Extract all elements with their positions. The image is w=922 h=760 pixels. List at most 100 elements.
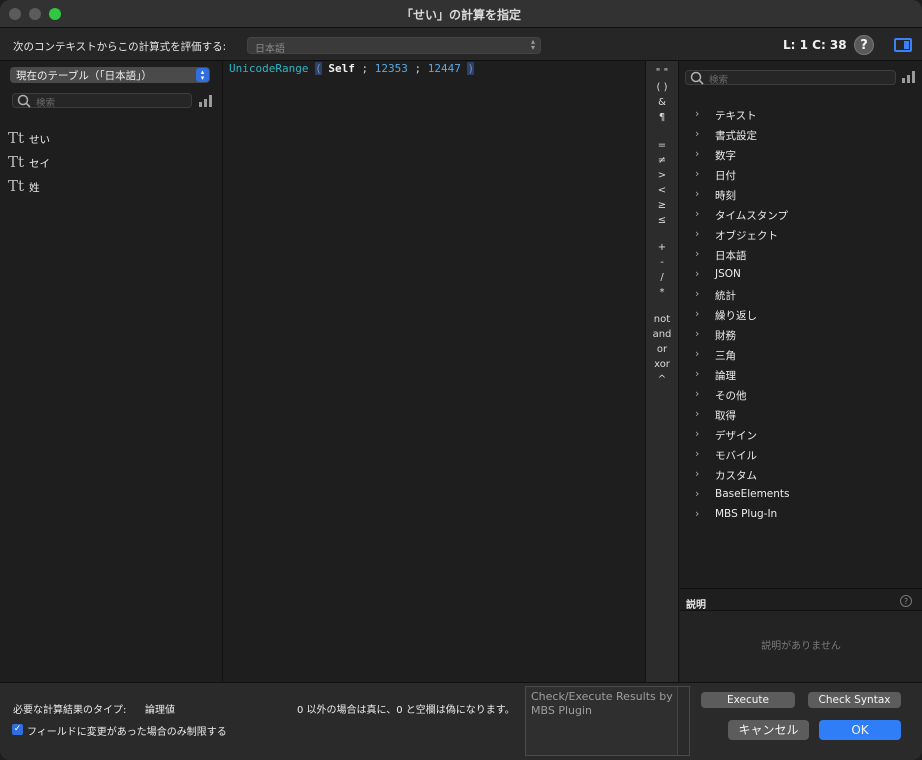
greater-operator[interactable]: > bbox=[646, 170, 678, 181]
category-item[interactable]: › タイムスタンプ bbox=[695, 205, 905, 225]
help-button[interactable]: ? bbox=[854, 35, 874, 55]
chevron-right-icon: › bbox=[695, 127, 700, 140]
field-name: セイ bbox=[29, 158, 50, 170]
results-text: Check/Execute Results by MBS Plugin bbox=[531, 690, 673, 717]
sidebar-toggle-icon[interactable] bbox=[894, 38, 912, 52]
category-item[interactable]: › 日付 bbox=[695, 165, 905, 185]
result-note: 0 以外の場合は真に、0 と空欄は偽になります。 bbox=[297, 705, 515, 716]
quotes-operator[interactable]: " " bbox=[646, 67, 678, 78]
not-operator[interactable]: not bbox=[646, 314, 678, 325]
or-operator[interactable]: or bbox=[646, 344, 678, 355]
category-label: カスタム bbox=[715, 470, 757, 482]
category-item[interactable]: › 繰り返し bbox=[695, 305, 905, 325]
category-label: 財務 bbox=[715, 330, 736, 342]
category-label: 繰り返し bbox=[715, 310, 757, 322]
minus-operator[interactable]: - bbox=[646, 257, 678, 268]
search-placeholder: 検索 bbox=[709, 75, 729, 86]
category-item[interactable]: › 日本語 bbox=[695, 245, 905, 265]
chevron-right-icon: › bbox=[695, 327, 700, 340]
category-label: モバイル bbox=[715, 450, 757, 462]
parens-operator[interactable]: ( ) bbox=[646, 82, 678, 93]
category-item[interactable]: › デザイン bbox=[695, 425, 905, 445]
check-syntax-button[interactable]: Check Syntax bbox=[808, 692, 901, 708]
sort-bars-icon[interactable] bbox=[902, 71, 916, 83]
and-operator[interactable]: and bbox=[646, 329, 678, 340]
chevron-right-icon: › bbox=[695, 167, 700, 180]
category-item[interactable]: › オブジェクト bbox=[695, 225, 905, 245]
category-item[interactable]: › BaseElements bbox=[695, 485, 905, 505]
sort-bars-icon[interactable] bbox=[199, 95, 213, 107]
window-title: 「せい」の計算を指定 bbox=[400, 8, 521, 22]
execute-button[interactable]: Execute bbox=[701, 692, 795, 708]
divide-operator[interactable]: / bbox=[646, 272, 678, 283]
footer: 必要な計算結果のタイプ: 論理値 0 以外の場合は真に、0 と空欄は偽になります… bbox=[0, 682, 922, 760]
field-item[interactable]: Tt 姓 bbox=[8, 177, 208, 201]
field-item[interactable]: Tt セイ bbox=[8, 153, 208, 177]
cancel-button[interactable]: キャンセル bbox=[728, 720, 809, 740]
category-item[interactable]: › 三角 bbox=[695, 345, 905, 365]
functions-panel: 検索 › テキスト › 書式設定 › 数字 › 日付 › 時刻 › タイムスタンプ › オブジ… bbox=[680, 61, 922, 682]
return-operator[interactable]: ¶ bbox=[646, 112, 678, 123]
category-item[interactable]: › MBS Plug-In bbox=[695, 505, 905, 525]
category-label: テキスト bbox=[715, 110, 757, 122]
search-icon bbox=[17, 94, 31, 108]
category-item[interactable]: › モバイル bbox=[695, 445, 905, 465]
category-label: 三角 bbox=[715, 350, 736, 362]
category-item[interactable]: › 論理 bbox=[695, 365, 905, 385]
results-textarea[interactable]: Check/Execute Results by MBS Plugin bbox=[525, 686, 690, 756]
function-search-input[interactable]: 検索 bbox=[685, 70, 896, 86]
multiply-operator[interactable]: * bbox=[646, 287, 678, 298]
number-token: 12353 bbox=[374, 62, 408, 75]
field-token: Self bbox=[328, 62, 355, 75]
limit-evaluation-checkbox[interactable]: ✓ bbox=[12, 724, 23, 735]
field-item[interactable]: Tt せい bbox=[8, 129, 208, 153]
chevron-right-icon: › bbox=[695, 307, 700, 320]
cursor-position: L: 1 C: 38 bbox=[783, 38, 847, 52]
limit-evaluation-label[interactable]: フィールドに変更があった場合のみ制限する bbox=[27, 723, 227, 738]
field-list: Tt せい Tt セイ Tt 姓 bbox=[8, 129, 208, 201]
category-label: デザイン bbox=[715, 430, 757, 442]
category-item[interactable]: › テキスト bbox=[695, 105, 905, 125]
formula-editor[interactable]: UnicodeRange ( Self ; 12353 ; 12447 ) bbox=[224, 61, 645, 682]
less-operator[interactable]: < bbox=[646, 185, 678, 196]
help-icon[interactable]: ? bbox=[900, 595, 912, 607]
chevron-right-icon: › bbox=[695, 347, 700, 360]
function-token: UnicodeRange bbox=[229, 62, 309, 75]
category-item[interactable]: › 統計 bbox=[695, 285, 905, 305]
chevron-right-icon: › bbox=[695, 427, 700, 440]
result-type-select[interactable]: 論理値 bbox=[145, 701, 175, 716]
power-operator[interactable]: ^ bbox=[646, 374, 678, 385]
category-item[interactable]: › カスタム bbox=[695, 465, 905, 485]
results-scrollbar[interactable] bbox=[677, 687, 689, 755]
equal-operator[interactable]: = bbox=[646, 140, 678, 151]
result-type-label: 必要な計算結果のタイプ: bbox=[13, 705, 127, 716]
xor-operator[interactable]: xor bbox=[646, 359, 678, 370]
not-equal-operator[interactable]: ≠ bbox=[646, 155, 678, 166]
select-arrows-icon: ▴ ▾ bbox=[530, 37, 535, 52]
concat-operator[interactable]: & bbox=[646, 97, 678, 108]
category-item[interactable]: › 書式設定 bbox=[695, 125, 905, 145]
greater-equal-operator[interactable]: ≥ bbox=[646, 200, 678, 211]
ok-button[interactable]: OK bbox=[819, 720, 901, 740]
operators-column: " " ( ) & ¶ = ≠ > < ≥ ≤ + - / * not and … bbox=[645, 61, 679, 682]
category-label: 時刻 bbox=[715, 190, 736, 202]
chevron-right-icon: › bbox=[695, 487, 700, 500]
context-select[interactable]: 日本語 ▴ ▾ bbox=[247, 37, 541, 55]
context-label: 次のコンテキストからこの計算式を評価する: bbox=[13, 41, 227, 53]
paren-token: ( bbox=[315, 62, 322, 75]
table-select[interactable]: 現在のテーブル（「日本語」） ▴ ▾ bbox=[10, 67, 210, 83]
category-item[interactable]: › 時刻 bbox=[695, 185, 905, 205]
category-item[interactable]: › 取得 bbox=[695, 405, 905, 425]
title-bar: 「せい」の計算を指定 bbox=[0, 0, 922, 28]
less-equal-operator[interactable]: ≤ bbox=[646, 215, 678, 226]
category-item[interactable]: › JSON bbox=[695, 265, 905, 285]
number-token: 12447 bbox=[427, 62, 461, 75]
chevron-right-icon: › bbox=[695, 107, 700, 120]
plus-operator[interactable]: + bbox=[646, 242, 678, 253]
category-item[interactable]: › 財務 bbox=[695, 325, 905, 345]
formula-code[interactable]: UnicodeRange ( Self ; 12353 ; 12447 ) bbox=[229, 62, 475, 75]
category-item[interactable]: › その他 bbox=[695, 385, 905, 405]
separator-token: ; bbox=[361, 62, 369, 75]
category-item[interactable]: › 数字 bbox=[695, 145, 905, 165]
field-search-input[interactable]: 検索 bbox=[12, 93, 192, 109]
